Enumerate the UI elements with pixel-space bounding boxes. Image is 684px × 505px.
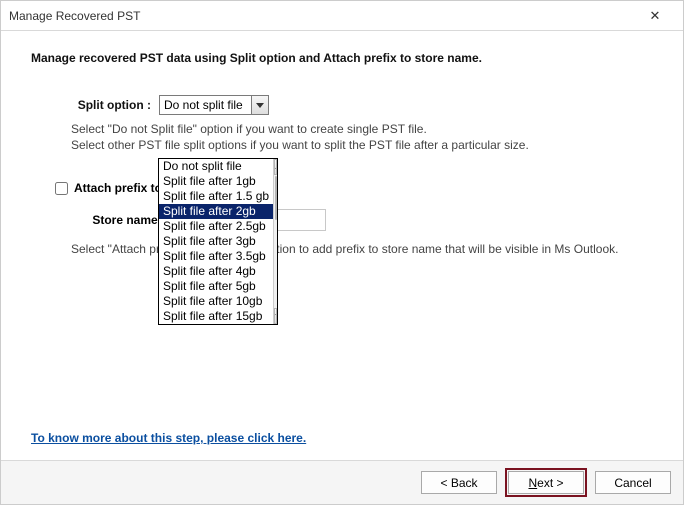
dropdown-scrollbar[interactable] [273,159,277,324]
dropdown-item[interactable]: Split file after 4gb [159,264,273,279]
dropdown-item[interactable]: Split file after 2gb [159,204,273,219]
scroll-thumb[interactable] [275,176,277,220]
dropdown-item[interactable]: Split file after 10gb [159,294,273,309]
window-title: Manage Recovered PST [9,9,635,23]
next-button-highlight: Next > [505,468,587,497]
split-hint-1: Select "Do not Split file" option if you… [71,121,653,137]
scroll-up-icon[interactable] [274,159,277,175]
split-option-label: Split option : [49,98,159,112]
next-button[interactable]: Next > [508,471,584,494]
page-heading: Manage recovered PST data using Split op… [31,51,653,65]
back-button[interactable]: < Back [421,471,497,494]
dialog-footer: < Back Next > Cancel [1,460,683,504]
split-option-value: Do not split file [164,98,243,112]
dropdown-item[interactable]: Split file after 3gb [159,234,273,249]
attach-prefix-checkbox[interactable] [55,182,68,195]
dropdown-item[interactable]: Split file after 15gb [159,309,273,324]
dropdown-item[interactable]: Split file after 1gb [159,174,273,189]
scroll-down-icon[interactable] [274,308,277,324]
close-icon[interactable]: ✕ [635,8,675,24]
dropdown-item[interactable]: Split file after 1.5 gb [159,189,273,204]
split-option-dropdown[interactable]: Do not split file Split file after 1gb S… [158,158,278,325]
split-option-select[interactable]: Do not split file [159,95,269,115]
dropdown-item[interactable]: Split file after 5gb [159,279,273,294]
cancel-button[interactable]: Cancel [595,471,671,494]
dropdown-item[interactable]: Split file after 2.5gb [159,219,273,234]
help-link[interactable]: To know more about this step, please cli… [31,431,306,445]
dropdown-item[interactable]: Split file after 3.5gb [159,249,273,264]
dropdown-list: Do not split file Split file after 1gb S… [159,159,273,324]
chevron-down-icon[interactable] [251,96,268,114]
store-name-row: Store name : [31,209,653,231]
split-option-row: Split option : Do not split file [49,95,653,115]
split-hint-2: Select other PST file split options if y… [71,137,653,153]
title-bar: Manage Recovered PST ✕ [1,1,683,31]
dropdown-item[interactable]: Do not split file [159,159,273,174]
prefix-checkbox-row: Attach prefix to store name [55,181,653,195]
store-name-label: Store name : [31,213,171,227]
dialog-body: Manage recovered PST data using Split op… [1,31,683,461]
